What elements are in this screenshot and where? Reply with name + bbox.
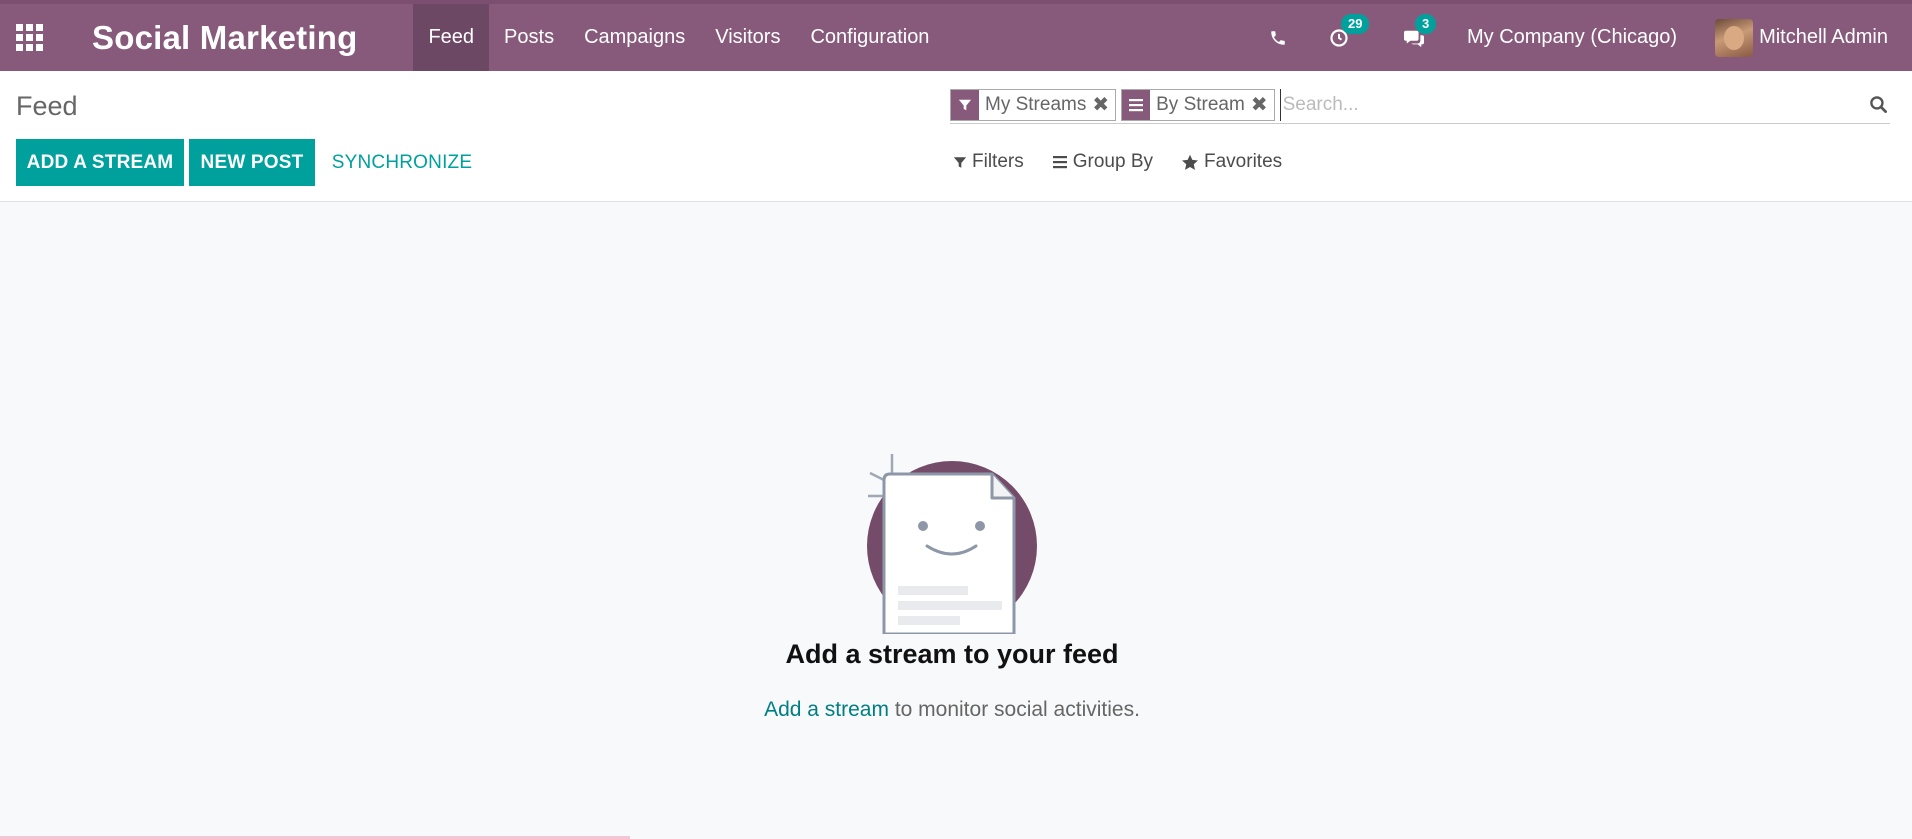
menu-item-configuration[interactable]: Configuration [795,4,944,71]
messages-count-badge: 3 [1414,13,1437,34]
search-input[interactable] [1279,88,1866,121]
menu-item-posts[interactable]: Posts [489,4,569,71]
activities-count-badge: 29 [1340,13,1370,34]
apps-grid-icon [15,24,43,51]
synchronize-button[interactable]: SYNCHRONIZE [322,139,482,186]
breadcrumb: Feed [16,91,78,121]
empty-state-help: to monitor social activities. [888,698,1140,721]
search-facet-by-stream: By Stream ✖ [1121,88,1275,121]
app-brand[interactable]: Social Marketing [92,19,357,57]
filters-label: Filters [972,151,1024,172]
facet-label: My Streams [985,93,1087,115]
control-panel: Feed ADD A STREAM NEW POST SYNCHRONIZE M… [0,71,1912,202]
group-by-label: Group By [1072,151,1153,172]
menu-item-visitors[interactable]: Visitors [700,4,795,71]
empty-document-illustration [867,454,1037,634]
company-switcher[interactable]: My Company (Chicago) [1467,26,1677,49]
remove-facet-icon[interactable]: ✖ [1092,92,1115,117]
add-stream-button[interactable]: ADD A STREAM [16,139,184,186]
phone-icon[interactable] [1269,29,1287,47]
facet-label: By Stream [1156,93,1245,115]
activities-clock-icon[interactable]: 29 [1329,13,1370,48]
feed-content: Add a stream to your feed Add a stream t… [0,202,1912,839]
search-options: Filters Group By Favorites [953,151,1310,173]
filter-icon [953,156,967,168]
search-icon[interactable] [1866,95,1890,114]
group-by-icon [1122,89,1151,120]
search-bar: My Streams ✖ By Stream ✖ [950,86,1890,124]
remove-facet-icon[interactable]: ✖ [1251,92,1274,117]
messages-chat-icon[interactable]: 3 [1403,13,1437,48]
avatar [1715,18,1754,57]
new-post-button[interactable]: NEW POST [189,139,315,186]
main-menu: Feed Posts Campaigns Visitors Configurat… [413,4,944,71]
star-icon [1182,154,1198,170]
top-navbar: Social Marketing Feed Posts Campaigns Vi… [0,0,1912,71]
favorites-label: Favorites [1204,151,1283,172]
menu-item-campaigns[interactable]: Campaigns [569,4,700,71]
favorites-dropdown[interactable]: Favorites [1181,151,1282,173]
user-menu[interactable]: Mitchell Admin [1715,18,1888,57]
search-facet-my-streams: My Streams ✖ [950,88,1117,121]
app-menu-button[interactable] [0,4,58,71]
filters-dropdown[interactable]: Filters [953,151,1024,173]
filter-icon [951,89,979,120]
menu-item-feed[interactable]: Feed [413,4,490,71]
group-by-dropdown[interactable]: Group By [1052,151,1153,173]
bars-icon [1052,156,1067,169]
add-stream-link[interactable]: Add a stream [764,698,889,721]
systray: 29 3 My Company (Chicago) Mitchell Admin [1253,4,1912,71]
empty-state-title: Add a stream to your feed [785,639,1119,669]
user-name: Mitchell Admin [1759,26,1888,48]
empty-state-text: Add a stream to monitor social activitie… [0,698,1904,722]
